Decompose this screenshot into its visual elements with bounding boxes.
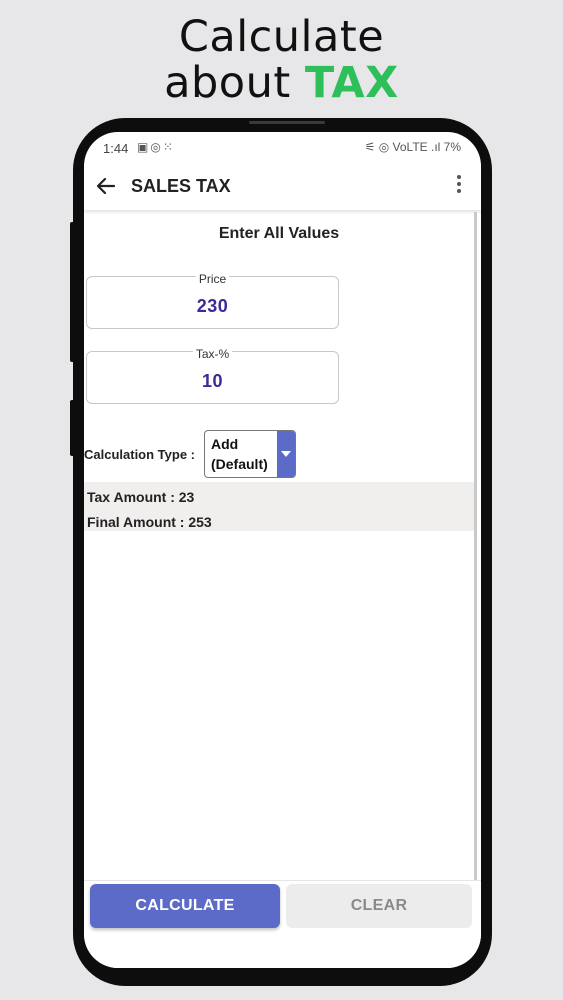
side-button [70,400,75,456]
chevron-down-icon[interactable] [277,431,295,477]
price-value[interactable]: 230 [87,296,338,317]
promo-line-2: about TAX [164,58,399,108]
volume-button [70,222,75,362]
more-vertical-icon[interactable] [455,172,463,200]
notification-icons: ▣◎⁙ [137,140,175,154]
promo-line-1: Calculate [178,12,385,62]
facebook-icon: ▣ [137,140,151,154]
price-field[interactable]: Price 230 [86,272,339,329]
status-bar: 1:44 ▣◎⁙ ⚟ ◎ VoLTE .ıl 7% [84,132,481,164]
calculation-type-label: Calculation Type : [84,447,195,462]
scrollbar[interactable] [474,212,477,880]
results-panel: Tax Amount : 23 Final Amount : 253 [84,482,474,531]
tax-amount-text: Tax Amount : 23 [87,489,195,505]
dropdown-selected-value: Add (Default) [211,436,268,472]
calculate-button[interactable]: CALCULATE [90,884,280,928]
phone-frame: 1:44 ▣◎⁙ ⚟ ◎ VoLTE .ıl 7% SALES TAX Ente… [70,118,492,986]
status-time: 1:44 [103,141,129,156]
apps-icon: ⁙ [162,140,175,154]
tax-percent-value[interactable]: 10 [87,371,338,392]
speaker-grille [249,121,325,124]
arrow-left-icon[interactable] [94,174,118,198]
phone-screen: 1:44 ▣◎⁙ ⚟ ◎ VoLTE .ıl 7% SALES TAX Ente… [84,132,481,968]
promo-accent: TAX [304,58,399,108]
final-amount-text: Final Amount : 253 [87,514,212,530]
status-right-icons: ⚟ ◎ VoLTE .ıl 7% [364,140,461,154]
calculation-type-dropdown[interactable]: Add (Default) [204,430,296,478]
app-title: SALES TAX [131,176,231,196]
clear-button[interactable]: CLEAR [286,884,472,928]
promo-headline: Calculate about TAX [0,14,563,106]
section-heading: Enter All Values [218,225,340,242]
tax-percent-label: Tax-% [192,347,233,361]
instagram-icon: ◎ [150,140,163,154]
price-label: Price [195,272,230,286]
main-content: Enter All Values Price 230 Tax-% 10 Calc… [84,212,474,880]
bottom-action-bar: CALCULATE CLEAR [84,880,481,968]
tax-percent-field[interactable]: Tax-% 10 [86,347,339,404]
app-bar: SALES TAX [84,164,481,210]
